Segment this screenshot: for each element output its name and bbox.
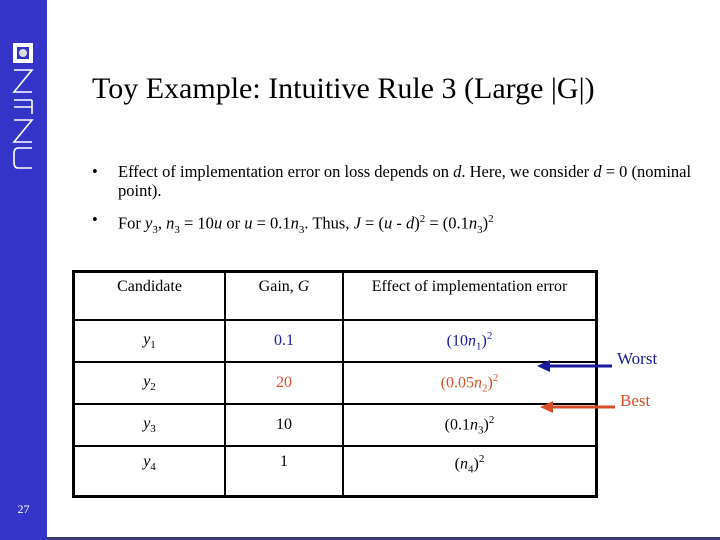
worst-label: Worst	[617, 349, 658, 368]
worst-arrow-icon	[537, 360, 612, 372]
annotation-arrows	[537, 360, 615, 413]
best-arrow-icon	[540, 401, 615, 413]
best-label: Best	[620, 391, 651, 410]
